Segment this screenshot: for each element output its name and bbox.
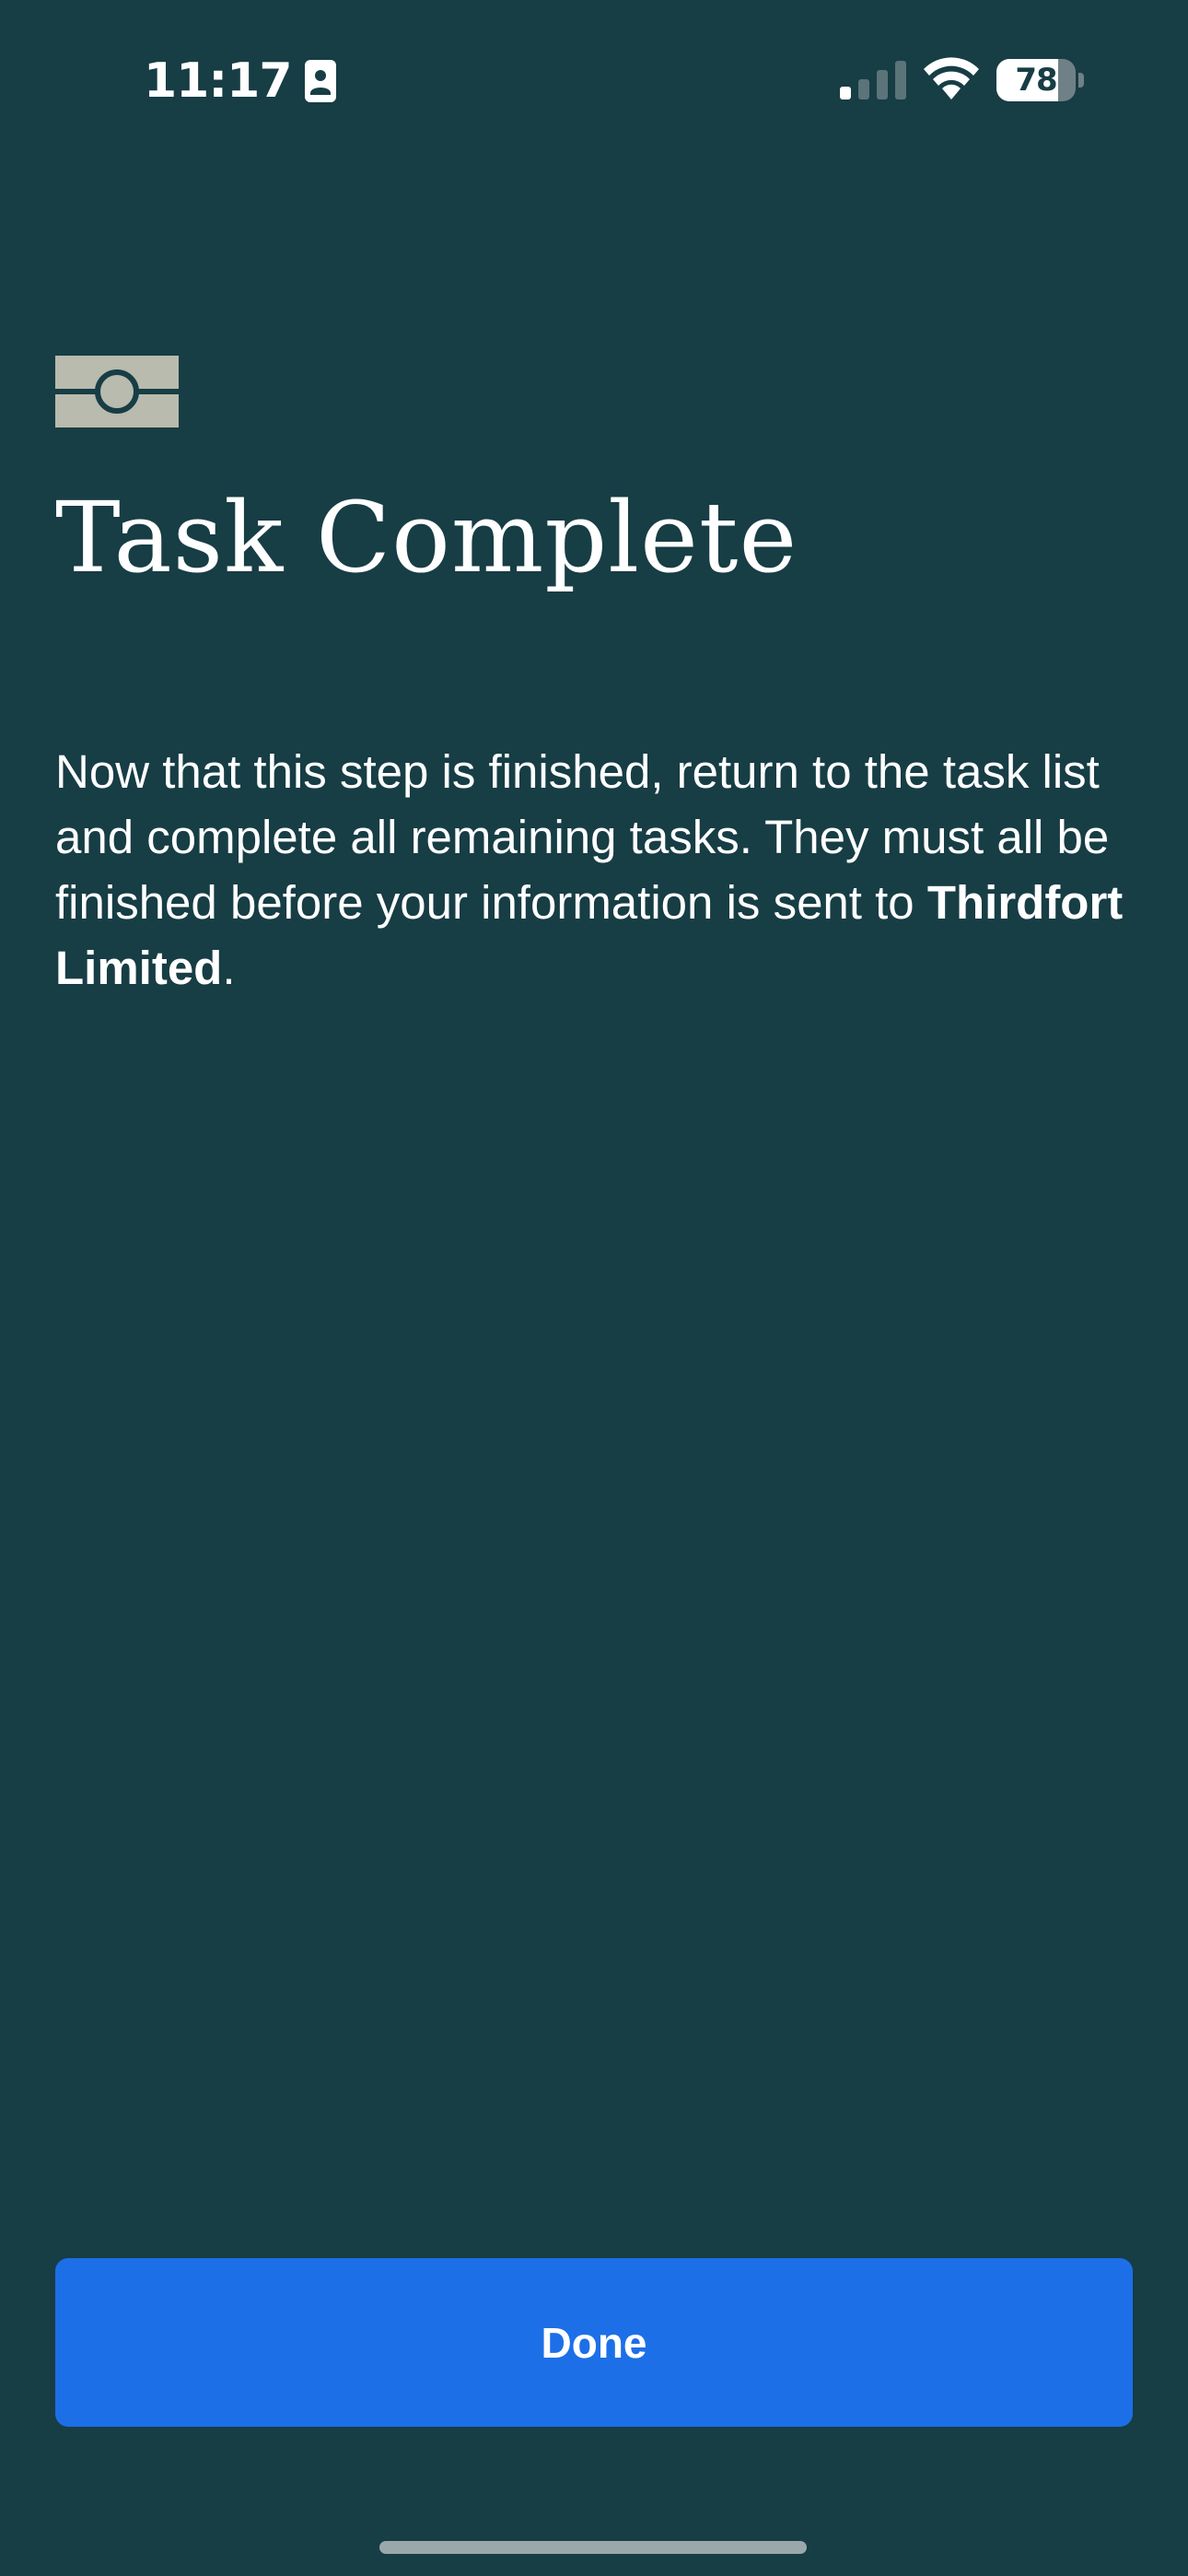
- battery-icon: 78: [996, 59, 1085, 101]
- task-complete-description: Now that this step is finished, return t…: [55, 739, 1142, 1001]
- battery-body: 78: [996, 59, 1076, 101]
- description-suffix: .: [222, 942, 236, 994]
- cellular-signal-icon: [840, 61, 906, 100]
- page-title: Task Complete: [55, 481, 798, 594]
- contact-card-icon: [304, 60, 336, 102]
- battery-nub: [1078, 73, 1084, 88]
- status-time-group: 11:17: [144, 48, 336, 114]
- battery-level: 78: [1015, 62, 1057, 99]
- thirdfort-logo-icon: [55, 356, 179, 427]
- home-indicator[interactable]: [379, 2541, 807, 2554]
- status-time: 11:17: [144, 53, 293, 109]
- done-button[interactable]: Done: [55, 2258, 1133, 2427]
- status-bar: 11:17 78: [0, 0, 1188, 166]
- wifi-icon: [924, 57, 979, 100]
